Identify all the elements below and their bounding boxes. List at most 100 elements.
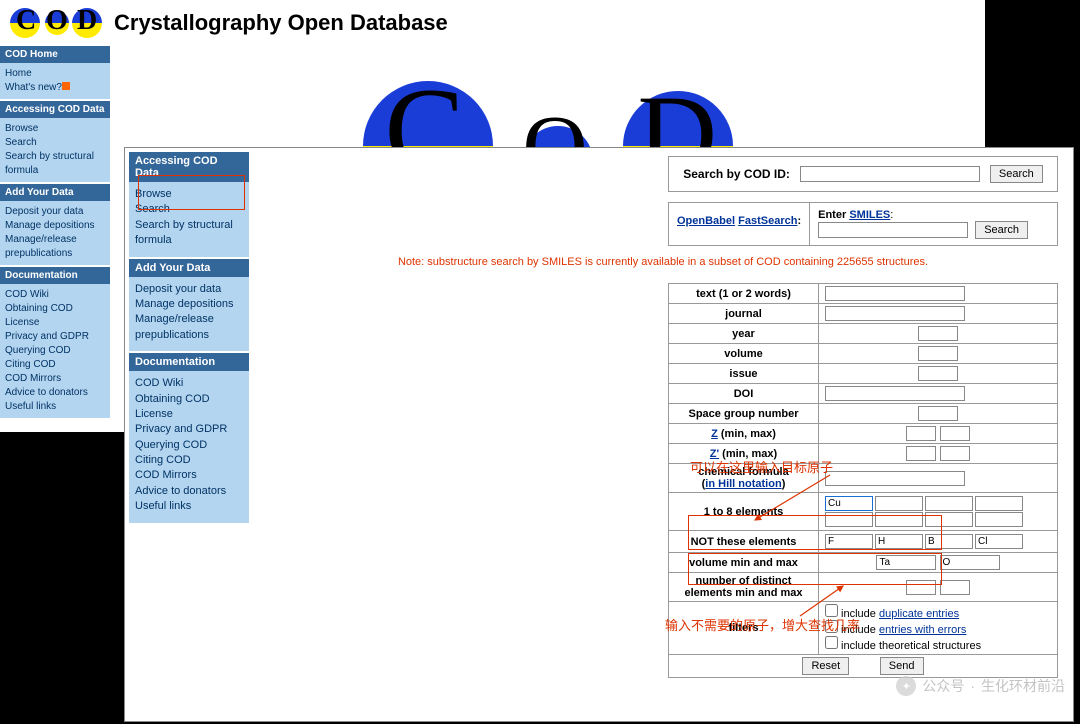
label-formula: chemical formula(in Hill notation) — [669, 464, 819, 493]
input-el1[interactable] — [825, 496, 873, 511]
sidebar-header-home: COD Home — [0, 46, 110, 63]
input-el7[interactable] — [925, 512, 973, 527]
input-ne2[interactable] — [875, 534, 923, 549]
smiles-link[interactable]: SMILES — [849, 209, 890, 221]
input-volume[interactable] — [918, 346, 958, 361]
zprime-link[interactable]: Z' — [710, 448, 719, 460]
sidebar-link-advice[interactable]: Advice to donators — [5, 386, 105, 400]
inner-sidebar: Accessing COD Data Browse Search Search … — [125, 148, 253, 721]
label-year: year — [669, 324, 819, 344]
search-cod-id-box: Search by COD ID: Search — [668, 156, 1058, 192]
input-issue[interactable] — [918, 366, 958, 381]
openbabel-link[interactable]: OpenBabel — [677, 215, 735, 227]
inner-link-useful[interactable]: Useful links — [135, 499, 243, 514]
input-el5[interactable] — [825, 512, 873, 527]
inner-link-search-formula[interactable]: Search by structural formula — [135, 218, 243, 249]
input-text[interactable] — [825, 286, 965, 301]
input-vmin[interactable] — [876, 555, 936, 570]
input-dmax[interactable] — [940, 580, 970, 595]
inner-link-wiki[interactable]: COD Wiki — [135, 376, 243, 391]
input-doi[interactable] — [825, 386, 965, 401]
inner-link-privacy[interactable]: Privacy and GDPR — [135, 422, 243, 437]
hill-link[interactable]: in Hill notation — [705, 478, 781, 490]
send-button[interactable]: Send — [880, 657, 924, 675]
filter-err[interactable]: include entries with errors — [825, 620, 1051, 636]
inner-link-manage-dep[interactable]: Manage depositions — [135, 297, 243, 312]
watermark-label2: 生化环材前沿 — [981, 676, 1065, 696]
err-link[interactable]: entries with errors — [879, 624, 966, 636]
input-ne1[interactable] — [825, 534, 873, 549]
inner-main: Search by COD ID: Search OpenBabel FastS… — [253, 148, 1073, 721]
input-zpmin[interactable] — [906, 446, 936, 461]
smiles-input[interactable] — [818, 222, 968, 238]
label-journal: journal — [669, 304, 819, 324]
checkbox-err[interactable] — [825, 620, 838, 633]
input-el4[interactable] — [975, 496, 1023, 511]
input-el6[interactable] — [875, 512, 923, 527]
input-el8[interactable] — [975, 512, 1023, 527]
input-year[interactable] — [918, 326, 958, 341]
cod-logo: C O D — [10, 8, 102, 38]
sidebar-link-citing[interactable]: Citing COD — [5, 358, 105, 372]
sidebar-link-home[interactable]: Home — [5, 67, 105, 81]
sidebar-link-useful[interactable]: Useful links — [5, 400, 105, 414]
input-dmin[interactable] — [906, 580, 936, 595]
inner-link-browse[interactable]: Browse — [135, 187, 243, 202]
sidebar-link-obtaining[interactable]: Obtaining COD — [5, 302, 105, 316]
input-ne4[interactable] — [975, 534, 1023, 549]
inner-sidebar-header-accessing: Accessing COD Data — [129, 152, 249, 182]
label-filters: filters — [669, 602, 819, 655]
sidebar-link-search[interactable]: Search — [5, 136, 105, 150]
sidebar-link-browse[interactable]: Browse — [5, 122, 105, 136]
sidebar-header-accessing: Accessing COD Data — [0, 101, 110, 118]
label-vol-minmax: volume min and max — [669, 553, 819, 573]
sidebar-link-license[interactable]: License — [5, 316, 105, 330]
fastsearch-link[interactable]: FastSearch — [738, 215, 797, 227]
smiles-search-button[interactable]: Search — [975, 221, 1028, 239]
search-cod-id-button[interactable]: Search — [990, 165, 1043, 183]
inner-link-querying[interactable]: Querying COD — [135, 438, 243, 453]
search-cod-id-input[interactable] — [800, 166, 980, 182]
inner-link-obtaining[interactable]: Obtaining COD — [135, 392, 243, 407]
label-zprime: Z' (min, max) — [669, 444, 819, 464]
smiles-left: OpenBabel FastSearch: — [669, 203, 810, 245]
inner-link-citing[interactable]: Citing COD — [135, 453, 243, 468]
sidebar-link-mirrors[interactable]: COD Mirrors — [5, 372, 105, 386]
sidebar-link-wiki[interactable]: COD Wiki — [5, 288, 105, 302]
input-vmax[interactable] — [940, 555, 1000, 570]
checkbox-theo[interactable] — [825, 636, 838, 649]
input-sg[interactable] — [918, 406, 958, 421]
sidebar-link-querying[interactable]: Querying COD — [5, 344, 105, 358]
sidebar-link-privacy[interactable]: Privacy and GDPR — [5, 330, 105, 344]
z-link[interactable]: Z — [711, 428, 718, 440]
inner-link-manage-rel[interactable]: Manage/release prepublications — [135, 312, 243, 343]
dup-link[interactable]: duplicate entries — [879, 608, 959, 620]
inner-link-search[interactable]: Search — [135, 202, 243, 217]
inner-link-license[interactable]: License — [135, 407, 243, 422]
sidebar-header-add: Add Your Data — [0, 184, 110, 201]
reset-button[interactable]: Reset — [802, 657, 849, 675]
label-distinct: number of distinct elements min and max — [669, 573, 819, 602]
sidebar-link-manage-rel[interactable]: Manage/release prepublications — [5, 233, 105, 261]
sidebar-link-manage-dep[interactable]: Manage depositions — [5, 219, 105, 233]
input-el2[interactable] — [875, 496, 923, 511]
outer-sidebar: COD Home Home What's new? Accessing COD … — [0, 46, 110, 420]
inner-link-deposit[interactable]: Deposit your data — [135, 282, 243, 297]
input-zmin[interactable] — [906, 426, 936, 441]
filter-theo[interactable]: include theoretical structures — [825, 636, 1051, 652]
sidebar-link-whatsnew[interactable]: What's new? — [5, 81, 105, 95]
sidebar-link-deposit[interactable]: Deposit your data — [5, 205, 105, 219]
input-el3[interactable] — [925, 496, 973, 511]
input-journal[interactable] — [825, 306, 965, 321]
input-ne3[interactable] — [925, 534, 973, 549]
input-formula[interactable] — [825, 471, 965, 486]
filter-dup[interactable]: include duplicate entries — [825, 604, 1051, 620]
search-cod-id-label: Search by COD ID: — [683, 167, 790, 181]
input-zpmax[interactable] — [940, 446, 970, 461]
input-zmax[interactable] — [940, 426, 970, 441]
checkbox-dup[interactable] — [825, 604, 838, 617]
inner-link-advice[interactable]: Advice to donators — [135, 484, 243, 499]
sidebar-link-search-formula[interactable]: Search by structural formula — [5, 150, 105, 178]
rss-icon — [62, 82, 70, 90]
inner-link-mirrors[interactable]: COD Mirrors — [135, 468, 243, 483]
